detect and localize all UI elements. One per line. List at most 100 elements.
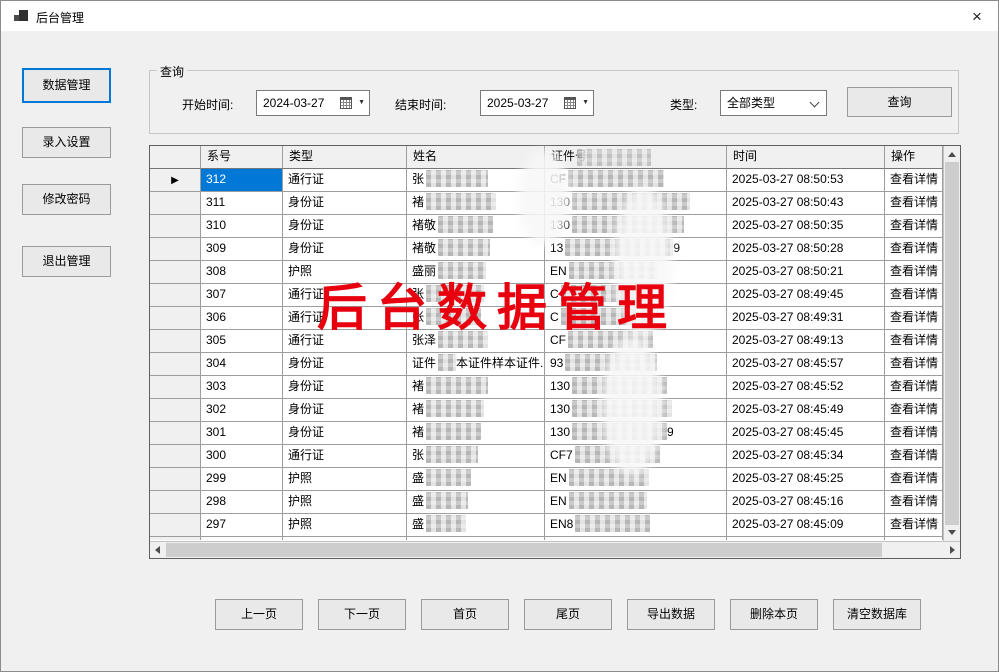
sidebar-button-entry-settings[interactable]: 录入设置 — [22, 127, 111, 158]
idnum-cell[interactable]: EN — [545, 491, 727, 514]
serial-cell[interactable]: 298 — [201, 491, 283, 514]
view-detail-link[interactable]: 查看详情 — [885, 238, 943, 261]
time-cell[interactable]: 2025-03-27 08:50:43 — [727, 192, 885, 215]
time-cell[interactable]: 2025-03-27 08:45:49 — [727, 399, 885, 422]
row-selector-cell[interactable] — [150, 399, 201, 422]
clear-database-button[interactable]: 清空数据库 — [833, 599, 921, 630]
header-name[interactable]: 姓名 — [407, 146, 545, 169]
horizontal-scrollbar[interactable] — [150, 541, 960, 558]
row-selector-cell[interactable] — [150, 330, 201, 353]
view-detail-link[interactable]: 查看详情 — [885, 215, 943, 238]
calendar-icon[interactable] — [340, 97, 352, 109]
view-detail-link[interactable]: 查看详情 — [885, 261, 943, 284]
view-detail-link[interactable]: 查看详情 — [885, 399, 943, 422]
name-cell[interactable]: 褚敬 — [407, 238, 545, 261]
idnum-cell[interactable]: CF — [545, 169, 727, 192]
serial-cell[interactable]: 307 — [201, 284, 283, 307]
time-cell[interactable]: 2025-03-27 08:50:21 — [727, 261, 885, 284]
row-selector-cell[interactable] — [150, 261, 201, 284]
table-row[interactable]: 303 身份证 褚 130 2025-03-27 08:45:52 查看详情 — [150, 376, 960, 399]
time-cell[interactable]: 2025-03-27 08:50:28 — [727, 238, 885, 261]
delete-page-button[interactable]: 删除本页 — [730, 599, 818, 630]
idnum-cell[interactable]: EN — [545, 468, 727, 491]
time-cell[interactable]: 2025-03-27 08:49:45 — [727, 284, 885, 307]
serial-cell[interactable]: 308 — [201, 261, 283, 284]
view-detail-link[interactable]: 查看详情 — [885, 330, 943, 353]
name-cell[interactable]: 盛丽 — [407, 261, 545, 284]
dropdown-arrow-icon[interactable]: ▼ — [582, 91, 589, 115]
view-detail-link[interactable]: 查看详情 — [885, 284, 943, 307]
prev-page-button[interactable]: 上一页 — [215, 599, 303, 630]
time-cell[interactable]: 2025-03-27 08:50:53 — [727, 169, 885, 192]
table-row[interactable]: 309 身份证 褚敬 139 2025-03-27 08:50:28 查看详情 — [150, 238, 960, 261]
idnum-cell[interactable]: 130 — [545, 399, 727, 422]
row-selector-cell[interactable] — [150, 215, 201, 238]
view-detail-link[interactable]: 查看详情 — [885, 445, 943, 468]
close-icon[interactable]: × — [964, 5, 990, 29]
first-page-button[interactable]: 首页 — [421, 599, 509, 630]
idnum-cell[interactable]: C — [545, 284, 727, 307]
table-row[interactable]: 301 身份证 褚 1309 2025-03-27 08:45:45 查看详情 — [150, 422, 960, 445]
time-cell[interactable]: 2025-03-27 08:45:09 — [727, 514, 885, 537]
row-selector-cell[interactable] — [150, 376, 201, 399]
row-selector-cell[interactable] — [150, 468, 201, 491]
name-cell[interactable]: 盛 — [407, 468, 545, 491]
calendar-icon[interactable] — [564, 97, 576, 109]
serial-cell[interactable]: 306 — [201, 307, 283, 330]
view-detail-link[interactable]: 查看详情 — [885, 376, 943, 399]
scroll-right-icon[interactable] — [950, 546, 955, 554]
scroll-down-icon[interactable] — [948, 530, 956, 535]
idnum-cell[interactable]: 130 — [545, 215, 727, 238]
idnum-cell[interactable]: 130 — [545, 192, 727, 215]
name-cell[interactable]: 盛 — [407, 514, 545, 537]
name-cell[interactable]: 张 — [407, 284, 545, 307]
idnum-cell[interactable]: 130 — [545, 376, 727, 399]
idnum-cell[interactable]: 1309 — [545, 422, 727, 445]
name-cell[interactable]: 褚敬 — [407, 215, 545, 238]
time-cell[interactable]: 2025-03-27 08:49:13 — [727, 330, 885, 353]
table-row[interactable]: 306 通行证 张 C 2025-03-27 08:49:31 查看详情 — [150, 307, 960, 330]
vertical-scrollbar[interactable] — [943, 146, 960, 541]
table-row[interactable]: 298 护照 盛 EN 2025-03-27 08:45:16 查看详情 — [150, 491, 960, 514]
table-row[interactable]: 308 护照 盛丽 EN 2025-03-27 08:50:21 查看详情 — [150, 261, 960, 284]
time-cell[interactable]: 2025-03-27 08:45:16 — [727, 491, 885, 514]
view-detail-link[interactable]: 查看详情 — [885, 307, 943, 330]
idnum-cell[interactable]: C — [545, 307, 727, 330]
header-type[interactable]: 类型 — [283, 146, 407, 169]
idnum-cell[interactable]: 93 — [545, 353, 727, 376]
type-cell[interactable]: 通行证 — [283, 330, 407, 353]
table-row[interactable]: 297 护照 盛 EN8 2025-03-27 08:45:09 查看详情 — [150, 514, 960, 537]
next-page-button[interactable]: 下一页 — [318, 599, 406, 630]
type-cell[interactable]: 护照 — [283, 514, 407, 537]
table-row[interactable]: 302 身份证 褚 130 2025-03-27 08:45:49 查看详情 — [150, 399, 960, 422]
name-cell[interactable]: 褚 — [407, 399, 545, 422]
serial-cell[interactable]: 301 — [201, 422, 283, 445]
view-detail-link[interactable]: 查看详情 — [885, 353, 943, 376]
vertical-scroll-thumb[interactable] — [945, 162, 959, 525]
idnum-cell[interactable]: EN8 — [545, 514, 727, 537]
table-row[interactable]: 307 通行证 张 C 2025-03-27 08:49:45 查看详情 — [150, 284, 960, 307]
sidebar-button-exit-admin[interactable]: 退出管理 — [22, 246, 111, 277]
row-selector-cell[interactable] — [150, 307, 201, 330]
header-time[interactable]: 时间 — [727, 146, 885, 169]
type-cell[interactable]: 护照 — [283, 261, 407, 284]
idnum-cell[interactable]: 139 — [545, 238, 727, 261]
time-cell[interactable]: 2025-03-27 08:45:52 — [727, 376, 885, 399]
name-cell[interactable]: 褚 — [407, 376, 545, 399]
sidebar-button-data-management[interactable]: 数据管理 — [22, 68, 111, 103]
view-detail-link[interactable]: 查看详情 — [885, 468, 943, 491]
table-row[interactable]: 310 身份证 褚敬 130 2025-03-27 08:50:35 查看详情 — [150, 215, 960, 238]
idnum-cell[interactable]: CF — [545, 330, 727, 353]
serial-cell[interactable]: 310 — [201, 215, 283, 238]
serial-cell[interactable]: 304 — [201, 353, 283, 376]
row-selector-cell[interactable] — [150, 422, 201, 445]
type-cell[interactable]: 身份证 — [283, 238, 407, 261]
end-date-picker[interactable]: 2025-03-27 ▼ — [480, 90, 594, 116]
name-cell[interactable]: 张 — [407, 445, 545, 468]
serial-cell[interactable]: 302 — [201, 399, 283, 422]
start-date-picker[interactable]: 2024-03-27 ▼ — [256, 90, 370, 116]
export-data-button[interactable]: 导出数据 — [627, 599, 715, 630]
time-cell[interactable]: 2025-03-27 08:49:31 — [727, 307, 885, 330]
row-selector-cell[interactable]: ▶ — [150, 169, 201, 192]
type-cell[interactable]: 通行证 — [283, 445, 407, 468]
